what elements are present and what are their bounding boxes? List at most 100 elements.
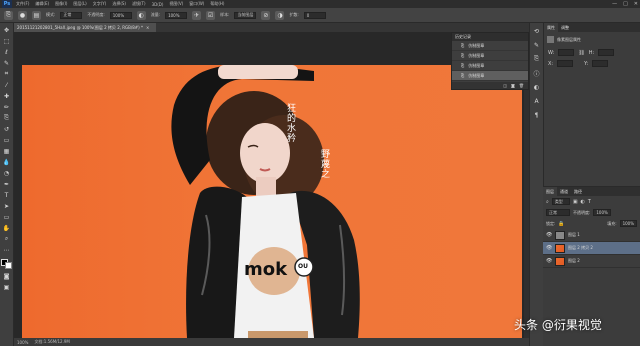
history-item[interactable]: ⎘ 仿制图章 [452, 61, 528, 71]
spread-field[interactable]: 0 [303, 11, 326, 19]
brush-tool-icon[interactable]: ✏ [2, 103, 11, 111]
move-tool-icon[interactable]: ✥ [2, 26, 11, 34]
layer-row[interactable]: 👁 图层 2 [543, 255, 640, 268]
blend-mode-select[interactable]: 正常 [546, 209, 570, 216]
photoshop-logo: Ps [2, 0, 12, 8]
ignore-adjustment-icon[interactable]: ⊘ [261, 10, 271, 20]
quick-mask-icon[interactable]: ◙ [2, 272, 11, 280]
visibility-eye-icon[interactable]: 👁 [546, 258, 552, 264]
document-close-icon[interactable]: × [146, 25, 149, 30]
path-select-tool-icon[interactable]: ➤ [2, 202, 11, 210]
layer-kind-select[interactable]: 类型 [551, 198, 570, 205]
hand-tool-icon[interactable]: ✋ [2, 224, 11, 232]
layer-opacity-field[interactable]: 100% [593, 209, 611, 216]
menu-help[interactable]: 帮助(H) [210, 1, 224, 7]
airbrush-icon[interactable]: ✈ [192, 10, 202, 20]
properties-header: 像素图层属性 [544, 32, 640, 47]
document-canvas-image[interactable]: 狂的水矜 野蔑之 mok OU [22, 65, 522, 338]
spread-label: 扩散: [289, 12, 299, 17]
link-icon[interactable]: ⛓ [578, 50, 584, 56]
y-field[interactable] [592, 60, 609, 67]
x-field[interactable] [557, 60, 574, 67]
brush-panel-icon[interactable]: ▤ [32, 10, 41, 20]
shape-tool-icon[interactable]: ▭ [2, 213, 11, 221]
status-bar: 100% 文档:1.56M/12.9M [14, 338, 529, 346]
background-color-swatch[interactable] [5, 262, 12, 269]
tab-adjustments[interactable]: 调整 [558, 23, 572, 32]
lasso-tool-icon[interactable]: ℓ [2, 48, 11, 56]
clone-stamp-tool-icon[interactable]: ⎘ [2, 114, 11, 122]
tab-layers[interactable]: 图层 [543, 187, 557, 196]
type-tool-icon[interactable]: T [2, 191, 11, 199]
aligned-checkbox[interactable]: ☑ [206, 10, 216, 20]
more-tools-icon[interactable]: ⋯ [2, 246, 11, 254]
paragraph-panel-icon[interactable]: ¶ [532, 111, 541, 119]
layer-row-active[interactable]: 👁 图层 2 拷贝 2 [543, 242, 640, 255]
crop-tool-icon[interactable]: ⌗ [2, 70, 11, 78]
tab-channels[interactable]: 通道 [557, 187, 571, 196]
menu-view[interactable]: 视图(V) [169, 1, 183, 7]
calligraphy-text-1: 狂的水矜 [285, 103, 295, 143]
info-panel-icon[interactable]: ⓘ [532, 69, 541, 78]
lock-icon[interactable]: 🔒 [558, 221, 564, 227]
pressure-opacity-icon[interactable]: ◐ [136, 10, 146, 20]
menu-type[interactable]: 文字(Y) [93, 1, 107, 7]
healing-brush-tool-icon[interactable]: ✚ [2, 92, 11, 100]
menu-edit[interactable]: 编辑(E) [35, 1, 49, 7]
menu-window[interactable]: 窗口(W) [189, 1, 204, 7]
gradient-tool-icon[interactable]: ▦ [2, 147, 11, 155]
eraser-tool-icon[interactable]: ▭ [2, 136, 11, 144]
camera-icon[interactable]: ◙ [511, 83, 515, 88]
dodge-tool-icon[interactable]: ◔ [2, 169, 11, 177]
tab-paths[interactable]: 路径 [571, 187, 585, 196]
marquee-tool-icon[interactable]: ⬚ [2, 37, 11, 45]
document-tab[interactable]: 20151121202801_5HaX.jpeg @ 100%(图层 2 拷贝 … [14, 23, 156, 32]
filter-adjust-icon[interactable]: ◐ [581, 199, 585, 205]
menu-file[interactable]: 文件(F) [16, 1, 29, 7]
sample-select[interactable]: 当前图层 [234, 11, 257, 19]
maximize-button[interactable]: □ [623, 1, 628, 7]
character-panel-icon[interactable]: A [532, 97, 541, 105]
width-field[interactable] [558, 49, 575, 56]
fill-field[interactable]: 100% [619, 220, 637, 227]
menu-image[interactable]: 图像(I) [55, 1, 67, 7]
pen-tool-icon[interactable]: ✒ [2, 180, 11, 188]
screen-mode-icon[interactable]: ▣ [2, 283, 11, 291]
menu-select[interactable]: 选择(S) [112, 1, 126, 7]
mode-select[interactable]: 正常 [60, 11, 83, 19]
clone-stamp-tool-icon[interactable]: ⎘ [4, 10, 13, 20]
visibility-eye-icon[interactable]: 👁 [546, 245, 552, 251]
adjustments-icon[interactable]: ◐ [532, 83, 541, 91]
brush-preset-icon[interactable]: ● [18, 10, 27, 20]
history-item[interactable]: ⎘ 仿制图章 [452, 41, 528, 51]
zoom-level[interactable]: 100% [17, 340, 28, 345]
clone-source-icon[interactable]: ⎘ [532, 55, 541, 63]
menu-filter[interactable]: 滤镜(T) [132, 1, 146, 7]
pressure-size-icon[interactable]: ◑ [275, 10, 285, 20]
eyedropper-tool-icon[interactable]: ⁄ [2, 81, 11, 89]
brush-settings-icon[interactable]: ✎ [532, 41, 541, 49]
flow-field[interactable]: 100% [165, 11, 188, 19]
trash-icon[interactable]: 🗑 [519, 83, 524, 88]
menu-3d[interactable]: 3D(D) [152, 2, 164, 7]
zoom-tool-icon[interactable]: ⌕ [2, 235, 11, 243]
visibility-eye-icon[interactable]: 👁 [546, 232, 552, 238]
new-snapshot-icon[interactable]: ◫ [503, 83, 507, 88]
menu-layer[interactable]: 图层(L) [73, 1, 86, 7]
filter-pixel-icon[interactable]: ▣ [573, 199, 578, 205]
tab-properties[interactable]: 属性 [544, 23, 558, 32]
color-swatches[interactable] [1, 259, 12, 269]
history-panel-icon[interactable]: ⟲ [532, 27, 541, 35]
blur-tool-icon[interactable]: 💧 [2, 158, 11, 166]
opacity-field[interactable]: 100% [109, 11, 132, 19]
filter-type-icon[interactable]: T [588, 199, 591, 205]
height-field[interactable] [598, 49, 615, 56]
minimize-button[interactable]: — [612, 1, 617, 7]
layer-row[interactable]: 👁 图层 1 [543, 229, 640, 242]
history-item-active[interactable]: ⎘ 仿制图章 [452, 71, 528, 81]
close-button[interactable]: ✕ [634, 1, 638, 7]
history-item[interactable]: ⎘ 仿制图章 [452, 51, 528, 61]
quick-select-tool-icon[interactable]: ✎ [2, 59, 11, 67]
menu-bar: Ps 文件(F) 编辑(E) 图像(I) 图层(L) 文字(Y) 选择(S) 滤… [0, 0, 640, 8]
history-brush-tool-icon[interactable]: ↺ [2, 125, 11, 133]
